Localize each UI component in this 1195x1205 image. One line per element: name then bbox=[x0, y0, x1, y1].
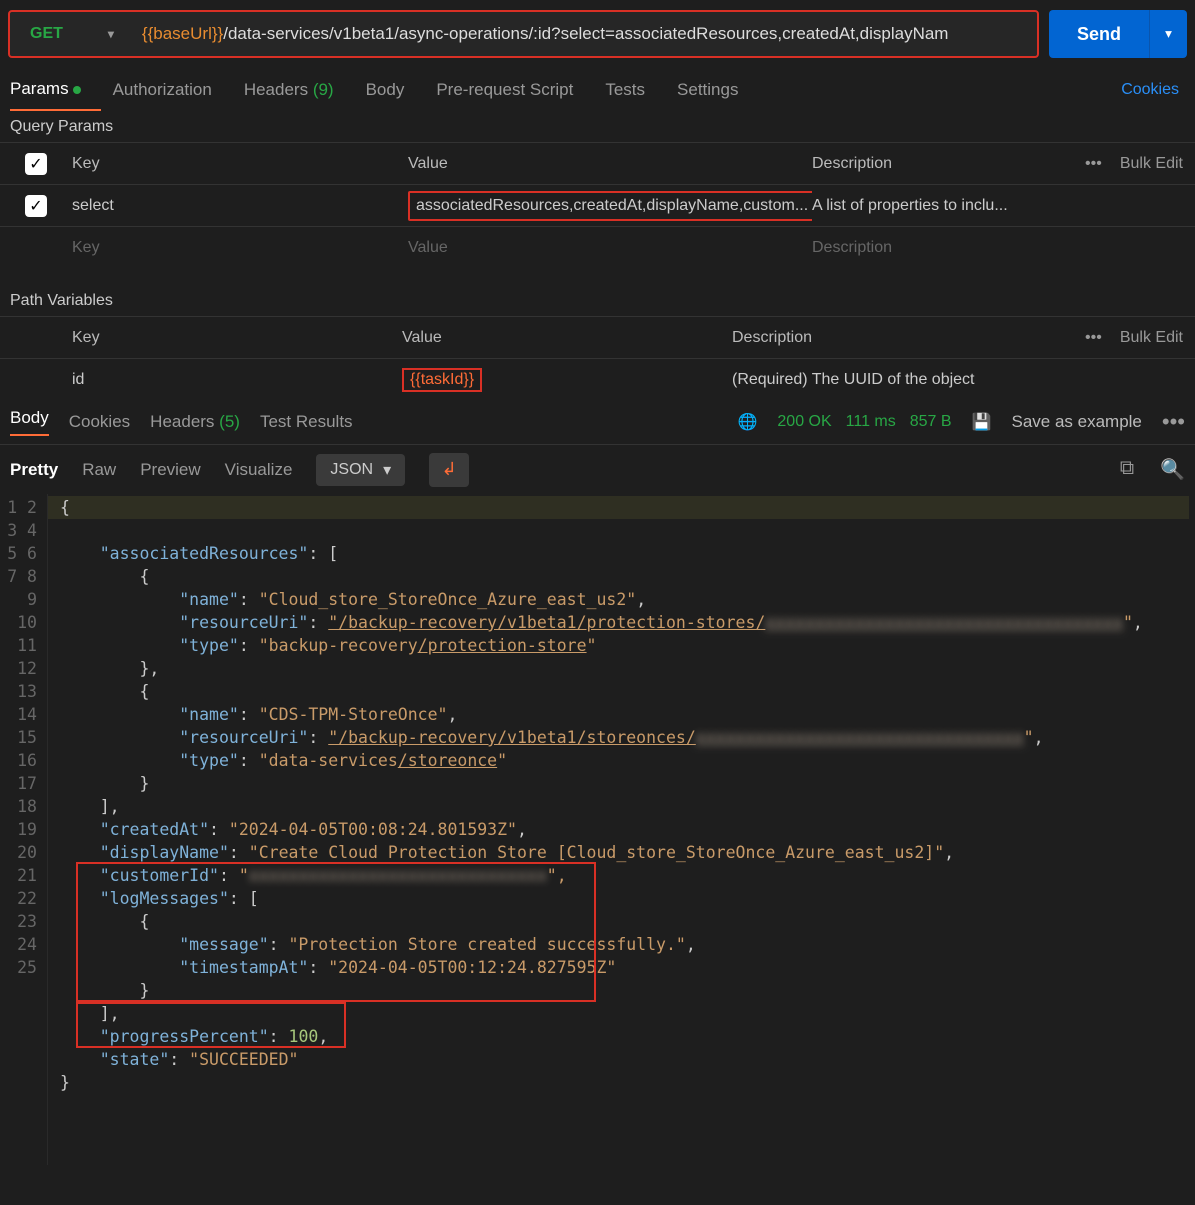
response-meta: 200 OK 111 ms 857 B bbox=[777, 413, 951, 431]
param-description[interactable]: A list of properties to inclu... bbox=[812, 197, 1035, 215]
path-var-key[interactable]: id bbox=[72, 371, 402, 389]
format-select[interactable]: JSON▾ bbox=[316, 454, 405, 486]
path-var-value[interactable]: {{taskId}} bbox=[402, 368, 732, 392]
modified-dot-icon bbox=[73, 86, 81, 94]
bulk-edit-link[interactable]: Bulk Edit bbox=[1120, 329, 1183, 347]
more-icon[interactable]: ••• bbox=[1085, 155, 1102, 173]
url-variable: {{baseUrl}} bbox=[142, 24, 223, 43]
response-tab-cookies[interactable]: Cookies bbox=[69, 412, 130, 432]
col-key: Key bbox=[72, 329, 402, 347]
table-row-empty: Key Value Description bbox=[0, 226, 1195, 268]
copy-icon[interactable]: ⧉ bbox=[1120, 457, 1134, 482]
response-tab-test-results[interactable]: Test Results bbox=[260, 412, 353, 432]
checkbox-all[interactable]: ✓ bbox=[25, 153, 47, 175]
url-path: /data-services/v1beta1/async-operations/… bbox=[223, 24, 948, 43]
path-variables-title: Path Variables bbox=[0, 286, 1195, 316]
path-var-value-highlight: {{taskId}} bbox=[402, 368, 482, 392]
cookies-link[interactable]: Cookies bbox=[1121, 81, 1185, 99]
path-variables-table: Key Value Description ••• Bulk Edit id {… bbox=[0, 316, 1195, 400]
response-body-text: { "associatedResources": [ { "name": "Cl… bbox=[48, 494, 1195, 1165]
response-tab-headers[interactable]: Headers (5) bbox=[150, 412, 240, 432]
view-tab-raw[interactable]: Raw bbox=[82, 460, 116, 480]
network-icon[interactable]: 🌐 bbox=[737, 412, 757, 432]
tab-params[interactable]: Params bbox=[10, 69, 101, 111]
table-row: id {{taskId}} (Required) The UUID of the… bbox=[0, 358, 1195, 400]
request-bar: GET ▾ {{baseUrl}}/data-services/v1beta1/… bbox=[0, 0, 1195, 68]
col-description: Description bbox=[732, 329, 1035, 347]
method-select[interactable]: GET ▾ bbox=[10, 25, 134, 43]
response-tabs: Body Cookies Headers (5) Test Results 🌐 … bbox=[0, 400, 1195, 444]
send-wrap: Send ▾ bbox=[1049, 10, 1187, 58]
param-key-placeholder[interactable]: Key bbox=[72, 239, 402, 257]
response-body-viewer[interactable]: 1 2 3 4 5 6 7 8 9 10 11 12 13 14 15 16 1… bbox=[0, 494, 1195, 1165]
request-tabs: Params Authorization Headers (9) Body Pr… bbox=[0, 68, 1195, 112]
more-icon[interactable]: ••• bbox=[1085, 329, 1102, 347]
param-key[interactable]: select bbox=[72, 197, 402, 215]
send-button[interactable]: Send bbox=[1049, 10, 1149, 58]
response-time: 111 ms bbox=[846, 413, 896, 431]
chevron-down-icon: ▾ bbox=[108, 27, 114, 41]
view-tab-pretty[interactable]: Pretty bbox=[10, 460, 58, 480]
param-value-placeholder[interactable]: Value bbox=[402, 235, 812, 261]
param-value[interactable]: associatedResources,createdAt,displayNam… bbox=[402, 187, 812, 225]
line-gutter: 1 2 3 4 5 6 7 8 9 10 11 12 13 14 15 16 1… bbox=[0, 494, 48, 1165]
query-params-title: Query Params bbox=[0, 112, 1195, 142]
param-value-highlight: associatedResources,createdAt,displayNam… bbox=[408, 191, 812, 221]
table-row: ✓ select associatedResources,createdAt,d… bbox=[0, 184, 1195, 226]
response-size: 857 B bbox=[910, 413, 952, 431]
tab-tests[interactable]: Tests bbox=[605, 70, 665, 110]
status-code: 200 OK bbox=[777, 413, 831, 431]
param-description-placeholder[interactable]: Description bbox=[812, 239, 1035, 257]
chevron-down-icon: ▾ bbox=[1165, 26, 1172, 42]
more-icon[interactable]: ••• bbox=[1162, 409, 1185, 435]
col-value: Value bbox=[402, 329, 732, 347]
send-dropdown[interactable]: ▾ bbox=[1149, 10, 1187, 58]
bulk-edit-link[interactable]: Bulk Edit bbox=[1120, 155, 1183, 173]
response-view-toolbar: Pretty Raw Preview Visualize JSON▾ ↲ ⧉ 🔍 bbox=[0, 444, 1195, 494]
url-input[interactable]: {{baseUrl}}/data-services/v1beta1/async-… bbox=[134, 24, 1037, 44]
path-var-description[interactable]: (Required) The UUID of the object bbox=[732, 371, 1035, 389]
tab-pre-request[interactable]: Pre-request Script bbox=[436, 70, 593, 110]
view-tab-visualize[interactable]: Visualize bbox=[225, 460, 293, 480]
tab-headers[interactable]: Headers (9) bbox=[244, 70, 354, 110]
tab-authorization[interactable]: Authorization bbox=[113, 70, 232, 110]
query-params-table: ✓ Key Value Description ••• Bulk Edit ✓ … bbox=[0, 142, 1195, 268]
save-as-example-button[interactable]: Save as example bbox=[1011, 412, 1141, 432]
col-description: Description bbox=[812, 155, 1035, 173]
checkbox[interactable]: ✓ bbox=[25, 195, 47, 217]
url-input-wrap[interactable]: GET ▾ {{baseUrl}}/data-services/v1beta1/… bbox=[8, 10, 1039, 58]
chevron-down-icon: ▾ bbox=[383, 460, 391, 480]
tab-settings[interactable]: Settings bbox=[677, 70, 758, 110]
col-value: Value bbox=[402, 151, 812, 177]
wrap-lines-button[interactable]: ↲ bbox=[429, 453, 469, 487]
method-label: GET bbox=[30, 25, 63, 43]
save-icon: 💾 bbox=[972, 412, 992, 432]
search-icon[interactable]: 🔍 bbox=[1160, 457, 1185, 482]
response-tab-body[interactable]: Body bbox=[10, 408, 49, 436]
view-tab-preview[interactable]: Preview bbox=[140, 460, 200, 480]
tab-body[interactable]: Body bbox=[366, 70, 425, 110]
col-key: Key bbox=[72, 155, 402, 173]
